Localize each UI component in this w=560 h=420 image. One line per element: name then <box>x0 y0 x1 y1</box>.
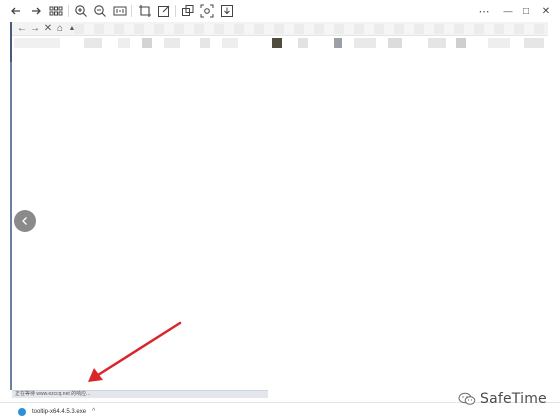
minimize-button[interactable]: — <box>500 3 516 19</box>
crop-icon[interactable] <box>137 3 153 19</box>
toolbar-separator <box>175 5 176 17</box>
viewer-toolbar: ⋯ — □ ✕ <box>0 0 560 22</box>
page-content <box>12 52 548 390</box>
edit-icon[interactable] <box>156 3 172 19</box>
status-text: 正在等待 www.ezccq.net 的响应... <box>15 391 91 397</box>
left-margin <box>0 22 10 420</box>
inner-stop-icon[interactable]: ✕ <box>42 22 54 36</box>
inner-home-icon[interactable]: ⌂ <box>54 22 66 36</box>
watermark-text: SafeTime <box>480 391 547 407</box>
inner-forward-icon[interactable]: → <box>29 22 41 36</box>
maximize-button[interactable]: □ <box>518 3 534 19</box>
chevron-up-icon[interactable]: ^ <box>92 405 95 419</box>
zoom-out-icon[interactable] <box>92 3 108 19</box>
forward-icon[interactable] <box>28 3 44 19</box>
inner-back-icon[interactable]: ← <box>16 22 28 36</box>
copy-icon[interactable] <box>180 3 196 19</box>
toolbar-separator <box>131 5 132 17</box>
inner-browser-nav: ← → ✕ ⌂ ▲ <box>12 22 548 36</box>
fit-icon[interactable] <box>112 3 128 19</box>
zoom-in-icon[interactable] <box>73 3 89 19</box>
blurred-bookmarks-row <box>14 38 548 48</box>
more-icon[interactable]: ⋯ <box>476 3 492 19</box>
scan-icon[interactable] <box>199 3 215 19</box>
download-icon[interactable] <box>219 3 235 19</box>
back-arrow-button[interactable] <box>14 210 36 232</box>
wechat-icon <box>458 392 476 405</box>
grid-icon[interactable] <box>48 3 64 19</box>
status-bar: 正在等待 www.ezccq.net 的响应... <box>12 390 268 398</box>
file-icon <box>18 408 26 416</box>
back-icon[interactable] <box>8 3 24 19</box>
toolbar-separator <box>68 5 69 17</box>
inner-address-bar-blurred <box>74 24 544 34</box>
watermark: SafeTime <box>458 389 558 409</box>
download-filename: tooltip-x64.4.5.3.exe <box>32 409 87 415</box>
close-button[interactable]: ✕ <box>538 3 554 19</box>
chevron-left-icon <box>22 217 27 225</box>
